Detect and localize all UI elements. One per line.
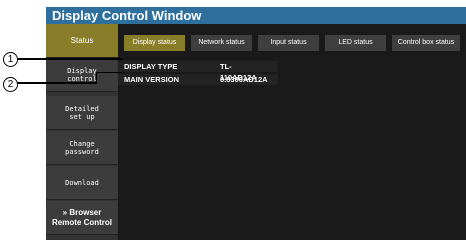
sidebar-item-status[interactable]: Status <box>46 24 118 58</box>
tab-display-status[interactable]: Display status <box>124 35 185 51</box>
display-type-label: DISPLAY TYPE <box>124 62 178 71</box>
title-bar: Display Control Window <box>46 7 466 24</box>
callout-leader-2-vertical <box>96 72 97 83</box>
callout-leader-2 <box>17 82 97 84</box>
window-title: Display Control Window <box>52 8 202 23</box>
main-version-label: MAIN VERSION <box>124 75 180 84</box>
callout-marker-2: 2 <box>3 77 18 92</box>
main-version-value: 0.8300AD12A <box>220 75 268 84</box>
callout-marker-1: 1 <box>3 52 18 67</box>
tab-network-status[interactable]: Network status <box>191 35 252 51</box>
sidebar-item-display-control[interactable]: Display control <box>46 58 118 92</box>
sidebar: Status Display control Detailed set up C… <box>46 24 118 240</box>
display-control-window: Display Control Window Status Display co… <box>46 7 466 240</box>
tab-bar: Display status Network status Input stat… <box>118 24 466 60</box>
tab-led-status[interactable]: LED status <box>325 35 386 51</box>
sidebar-item-browser-remote-control[interactable]: » Browser Remote Control <box>46 201 118 235</box>
sidebar-item-change-password[interactable]: Change password <box>46 131 118 165</box>
sidebar-item-detailed-setup[interactable]: Detailed set up <box>46 96 118 130</box>
main-content: Display status Network status Input stat… <box>118 24 466 240</box>
callout-leader-1 <box>17 58 122 60</box>
tab-input-status[interactable]: Input status <box>258 35 319 51</box>
callout-leader-2-horizontal <box>96 72 124 73</box>
sidebar-item-download[interactable]: Download <box>46 166 118 200</box>
tab-control-box-status[interactable]: Control box status <box>392 35 460 51</box>
